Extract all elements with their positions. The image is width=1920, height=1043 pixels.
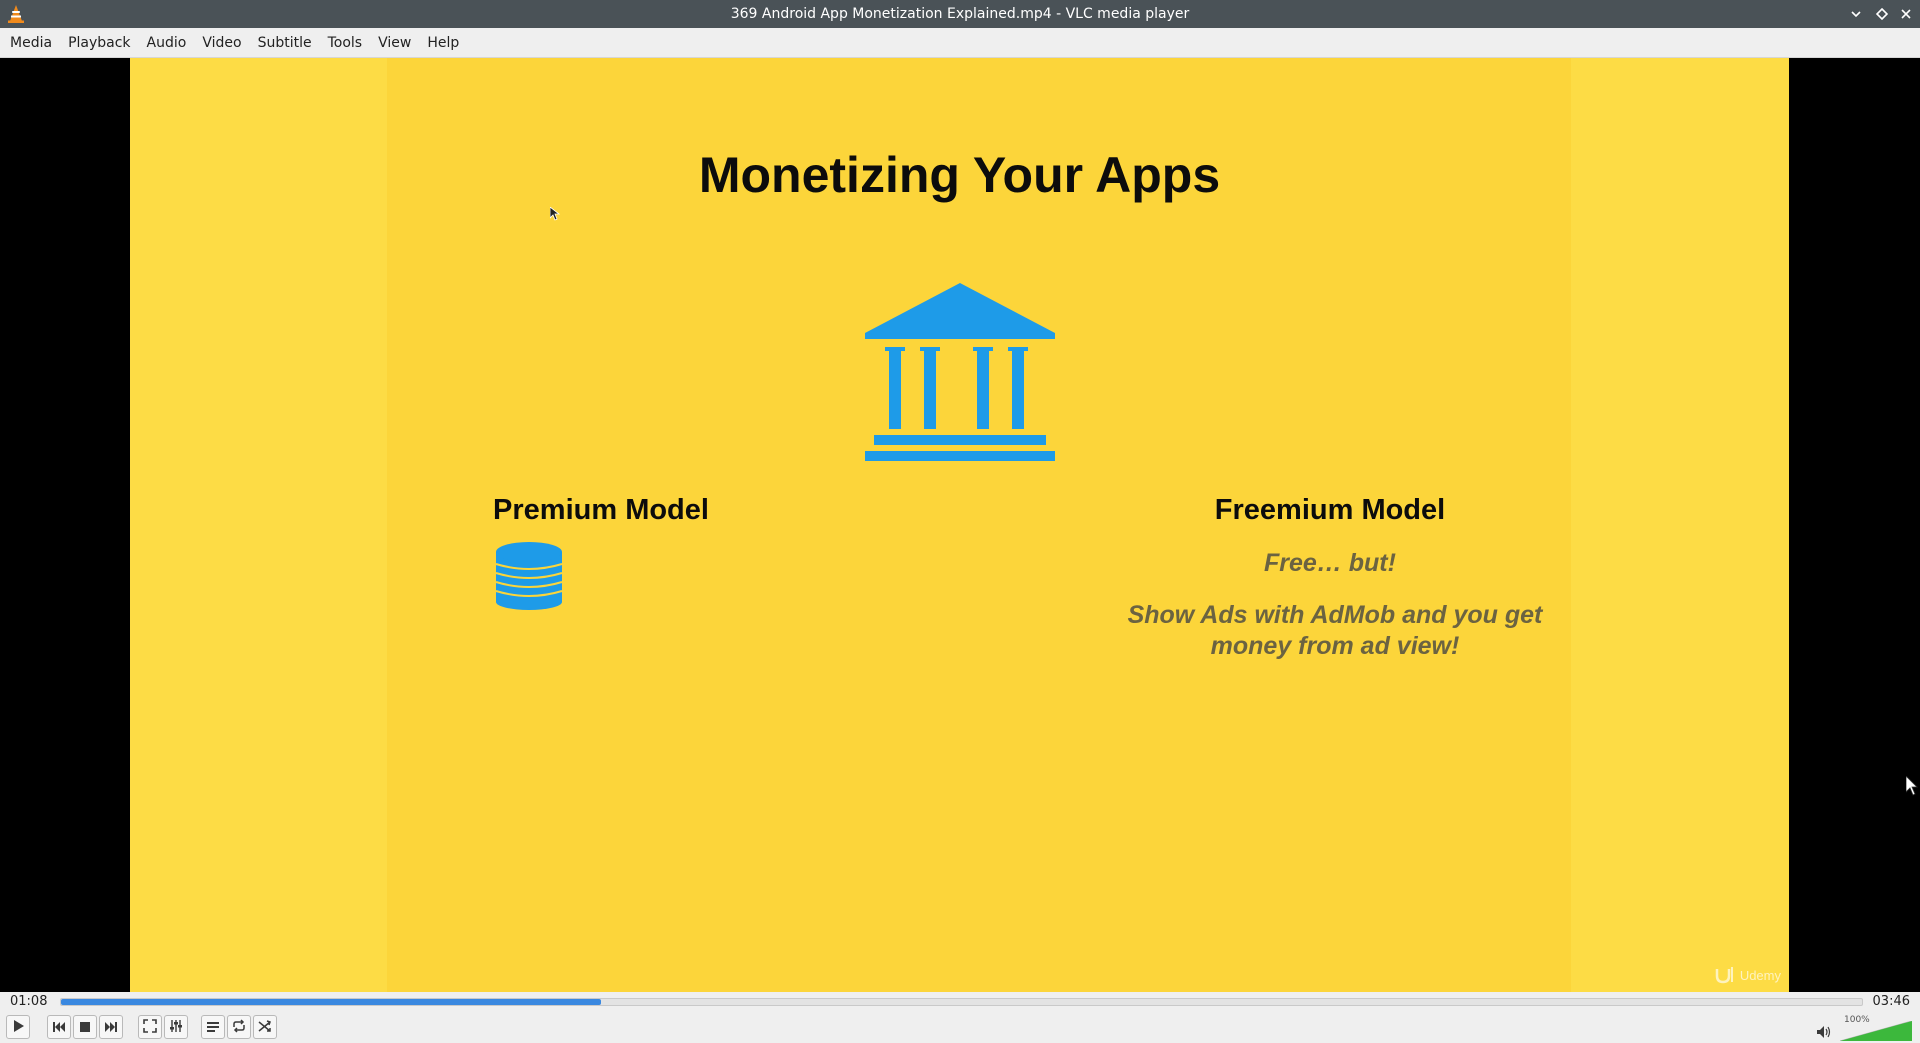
extended-settings-icon bbox=[169, 1018, 183, 1037]
maximize-icon[interactable] bbox=[1872, 4, 1892, 24]
menu-playback[interactable]: Playback bbox=[60, 29, 138, 57]
udemy-logo-icon bbox=[1715, 967, 1733, 984]
udemy-watermark: Udemy bbox=[1714, 966, 1781, 984]
freemium-model-title: Freemium Model bbox=[1214, 494, 1446, 526]
fullscreen-button[interactable] bbox=[138, 1015, 162, 1039]
controls-bar: 100% bbox=[0, 1011, 1920, 1043]
menu-help[interactable]: Help bbox=[419, 29, 467, 57]
coins-stack-icon bbox=[494, 540, 564, 614]
play-button[interactable] bbox=[6, 1015, 30, 1039]
elapsed-time: 01:08 bbox=[10, 994, 48, 1009]
watermark-text: Udemy bbox=[1739, 967, 1781, 983]
menu-view[interactable]: View bbox=[370, 29, 419, 57]
stop-button[interactable] bbox=[73, 1015, 97, 1039]
close-icon[interactable] bbox=[1896, 4, 1916, 24]
menu-subtitle[interactable]: Subtitle bbox=[250, 29, 320, 57]
menu-audio[interactable]: Audio bbox=[139, 29, 195, 57]
premium-model-title: Premium Model bbox=[493, 494, 709, 526]
mouse-cursor-icon bbox=[549, 206, 561, 225]
freemium-description: Show Ads with AdMob and you get money fr… bbox=[1127, 601, 1543, 660]
title-bar: 369 Android App Monetization Explained.m… bbox=[0, 0, 1920, 28]
volume-control: 100% bbox=[1816, 1015, 1916, 1041]
next-icon bbox=[104, 1018, 118, 1037]
fullscreen-icon bbox=[143, 1018, 157, 1037]
previous-icon bbox=[52, 1018, 66, 1037]
volume-slider[interactable] bbox=[1840, 1021, 1912, 1041]
shuffle-icon bbox=[258, 1018, 272, 1037]
total-time: 03:46 bbox=[1872, 994, 1910, 1009]
shuffle-button[interactable] bbox=[253, 1015, 277, 1039]
stop-icon bbox=[79, 1018, 91, 1037]
video-frame: Monetizing Your Apps Premium Model Freem… bbox=[130, 58, 1789, 992]
menu-video[interactable]: Video bbox=[194, 29, 249, 57]
slide-title: Monetizing Your Apps bbox=[698, 147, 1221, 203]
minimize-icon[interactable] bbox=[1846, 4, 1866, 24]
playlist-button[interactable] bbox=[201, 1015, 225, 1039]
volume-icon[interactable] bbox=[1816, 1024, 1832, 1043]
extended-settings-button[interactable] bbox=[164, 1015, 188, 1039]
playlist-icon bbox=[206, 1018, 220, 1037]
video-display[interactable]: Monetizing Your Apps Premium Model Freem… bbox=[0, 58, 1920, 992]
play-icon bbox=[11, 1018, 25, 1037]
seek-row: 01:08 03:46 bbox=[0, 992, 1920, 1011]
freemium-subtitle: Free… but! bbox=[1264, 549, 1396, 577]
resize-cursor-icon bbox=[1905, 775, 1918, 800]
loop-icon bbox=[232, 1018, 246, 1037]
next-button[interactable] bbox=[99, 1015, 123, 1039]
menu-bar: Media Playback Audio Video Subtitle Tool… bbox=[0, 28, 1920, 58]
loop-button[interactable] bbox=[227, 1015, 251, 1039]
bank-icon bbox=[865, 283, 1055, 467]
seek-bar[interactable] bbox=[60, 998, 1863, 1006]
window-title: 369 Android App Monetization Explained.m… bbox=[730, 6, 1190, 22]
menu-tools[interactable]: Tools bbox=[320, 29, 371, 57]
menu-media[interactable]: Media bbox=[2, 29, 60, 57]
previous-button[interactable] bbox=[47, 1015, 71, 1039]
seek-bar-progress bbox=[61, 999, 602, 1005]
